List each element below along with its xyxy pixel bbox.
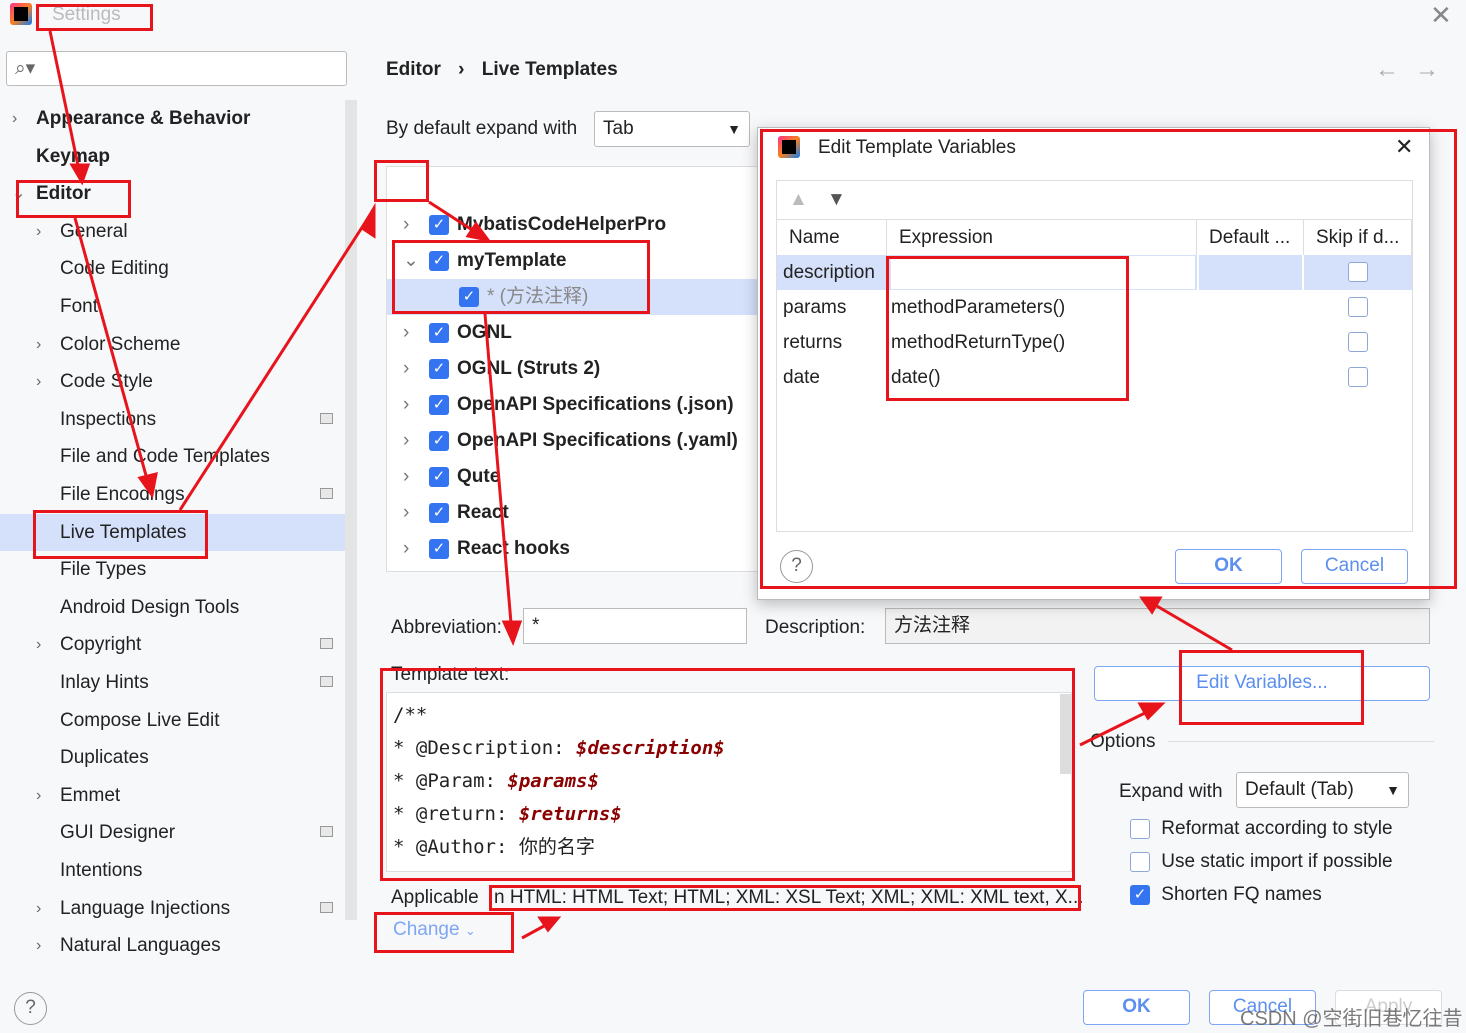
annotation-arrows (48, 30, 1233, 940)
